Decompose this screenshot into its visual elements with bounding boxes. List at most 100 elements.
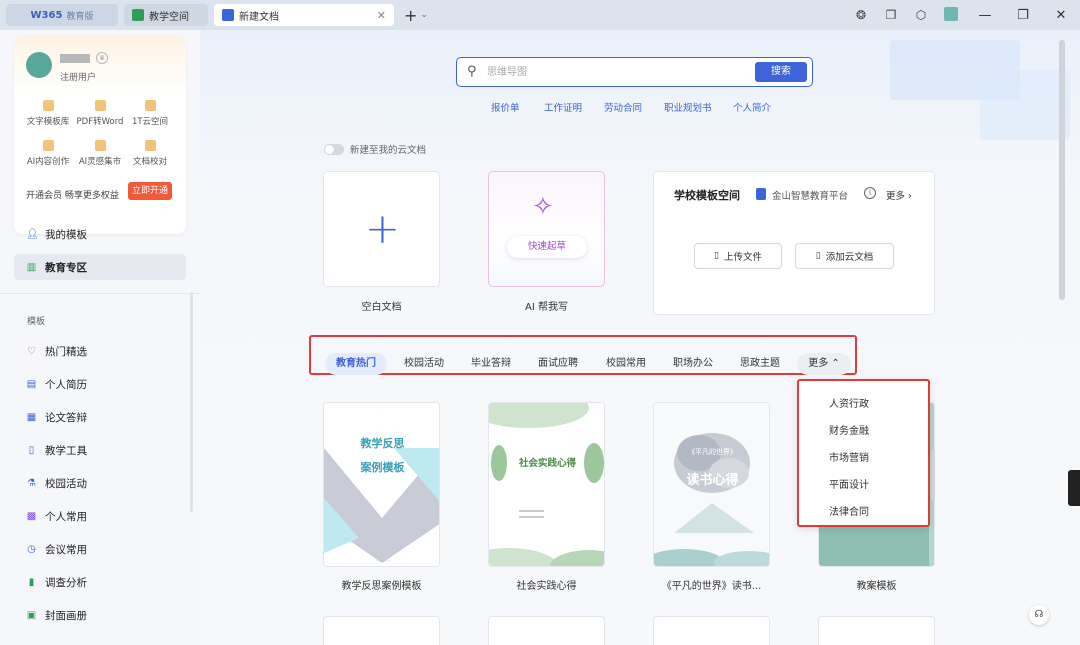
template-card[interactable]: 《平凡的世界》 读书心得 <box>653 402 770 567</box>
dropdown-item-hr[interactable]: 人资行政 <box>829 395 869 410</box>
ai-write-card[interactable]: ✧ 快速起草 <box>488 171 605 287</box>
tab-more[interactable]: 更多 ⌃ <box>797 353 851 375</box>
sparkle-icon: ✧ <box>532 192 554 222</box>
school-more-link[interactable]: 更多 › <box>886 188 912 202</box>
education-icon: ▥ <box>26 261 37 273</box>
dropdown-item-finance[interactable]: 财务金融 <box>829 422 869 437</box>
sidebar-item-campus[interactable]: ⚗ 校园活动 <box>14 470 186 496</box>
quick-search-link[interactable]: 职业规划书 <box>664 100 712 114</box>
blank-document-label: 空白文档 <box>361 302 402 313</box>
feature-proofread[interactable]: 文档校对 <box>122 140 178 167</box>
sidebar-item-education[interactable]: ▥ 教育专区 <box>14 254 186 280</box>
sidebar-item-resume[interactable]: ▤ 个人简历 <box>14 371 186 397</box>
info-icon[interactable]: i <box>864 187 876 199</box>
minimize-button[interactable]: — <box>966 8 1004 23</box>
close-window-button[interactable]: ✕ <box>1042 8 1080 23</box>
sidebar-item-teaching-tools[interactable]: ▯ 教学工具 <box>14 437 186 463</box>
toggle-label: 新建至我的云文档 <box>350 145 427 156</box>
template-card[interactable]: · · · — — — — 教学反思 案例模板 <box>323 402 440 567</box>
main-scrollbar[interactable] <box>1059 40 1065 300</box>
dropdown-item-graphic-design[interactable]: 平面设计 <box>829 476 869 491</box>
platform-icon <box>756 188 766 200</box>
search-button[interactable]: 搜索 <box>755 62 807 82</box>
user-avatar-icon[interactable] <box>936 6 966 24</box>
feature-ai-market[interactable]: AI灵感集市 <box>72 140 128 167</box>
user-role: 注册用户 <box>60 73 97 83</box>
chevron-down-icon[interactable]: ⌄ <box>420 10 428 20</box>
quick-search-link[interactable]: 报价单 <box>491 100 520 114</box>
tab-campus-activity[interactable]: 校园活动 <box>395 353 453 375</box>
tab-office[interactable]: 职场办公 <box>664 353 722 375</box>
headset-icon[interactable]: ☊ <box>1029 605 1049 625</box>
quick-search-link[interactable]: 个人简介 <box>733 100 771 114</box>
sidebar-section-title: 模板 <box>27 317 46 327</box>
ai-creation-icon <box>42 140 54 151</box>
list-scrollbar[interactable] <box>931 450 935 500</box>
vip-open-button[interactable]: 立即开通 <box>128 182 172 200</box>
template-card[interactable] <box>653 616 770 645</box>
skin-icon[interactable]: ❂ <box>846 8 876 22</box>
dropdown-item-legal[interactable]: 法律合同 <box>829 503 869 518</box>
cover-title: 教学反思 <box>360 437 405 450</box>
sidebar-item-hot[interactable]: ♡ 热门精选 <box>14 338 186 364</box>
blank-document-card[interactable]: + <box>323 171 440 287</box>
svg-text:— — — —: — — — — <box>375 558 390 562</box>
file-icon: ▯ <box>714 251 719 261</box>
tab-education-hot[interactable]: 教育热门 <box>325 353 387 375</box>
template-cover-reflection: · · · — — — — <box>324 403 439 566</box>
template-card[interactable] <box>818 616 935 645</box>
document-icon <box>222 9 234 21</box>
tab-ideology[interactable]: 思政主题 <box>731 353 789 375</box>
cover-title: 社会实践心得 <box>518 458 576 469</box>
ai-write-label: AI 帮我写 <box>525 302 568 313</box>
sidebar-item-personal[interactable]: ▩ 个人常用 <box>14 503 186 529</box>
cloud-save-toggle[interactable] <box>324 143 344 155</box>
upload-file-button[interactable]: ▯ 上传文件 <box>694 243 782 269</box>
template-card[interactable]: 社会实践心得 <box>488 402 605 567</box>
tab-campus-common[interactable]: 校园常用 <box>597 353 655 375</box>
close-icon[interactable]: ✕ <box>377 9 386 22</box>
tab-label: 新建文档 <box>239 11 279 23</box>
proofread-icon <box>144 140 156 151</box>
book-icon: ▯ <box>28 444 35 456</box>
avatar[interactable] <box>26 52 52 78</box>
window-tile-icon[interactable]: ❐ <box>876 8 906 22</box>
tab-interview[interactable]: 面试应聘 <box>529 353 587 375</box>
cloud-icon <box>144 100 156 111</box>
tab-new-document[interactable]: 新建文档 ✕ <box>214 4 394 26</box>
sidebar-item-cover[interactable]: ▣ 封面画册 <box>14 602 186 628</box>
template-card[interactable] <box>488 616 605 645</box>
restore-button[interactable]: ❐ <box>1004 8 1042 23</box>
app-edition: 教育版 <box>66 11 94 22</box>
dropdown-item-marketing[interactable]: 市场营销 <box>829 449 869 464</box>
feature-template-library[interactable]: 文字模板库 <box>20 100 76 127</box>
quick-search-link[interactable]: 劳动合同 <box>604 100 642 114</box>
sidebar-scrollbar[interactable] <box>190 292 193 512</box>
title-bar: W365 教育版 教学空间 新建文档 ✕ + ⌄ ❂ ❐ ⬡ — ❐ ✕ <box>0 0 1080 30</box>
sidebar-item-thesis[interactable]: ▦ 论文答辩 <box>14 404 186 430</box>
feature-ai-creation[interactable]: AI内容创作 <box>20 140 76 167</box>
sidebar-item-meeting[interactable]: ◷ 会议常用 <box>14 536 186 562</box>
teaching-space-icon <box>132 9 144 21</box>
cube-icon[interactable]: ⬡ <box>906 8 936 22</box>
side-panel-handle[interactable] <box>1068 470 1080 506</box>
feature-pdf-to-word[interactable]: PDF转Word <box>72 100 128 127</box>
vip-promo-text: 开通会员 畅享更多权益 <box>26 191 119 201</box>
feature-cloud-space[interactable]: 1T云空间 <box>122 100 178 127</box>
template-label: 教案模板 <box>856 581 897 592</box>
sidebar-item-survey[interactable]: ▮ 调查分析 <box>14 569 186 595</box>
tab-app-home[interactable]: W365 教育版 <box>6 4 118 26</box>
chart-icon: ▮ <box>28 576 35 588</box>
search-input[interactable] <box>487 62 747 82</box>
add-cloud-doc-button[interactable]: ▯ 添加云文档 <box>795 243 894 269</box>
flask-icon: ⚗ <box>27 477 36 489</box>
quick-draft-button[interactable]: 快速起草 <box>507 236 587 258</box>
template-card[interactable] <box>323 616 440 645</box>
tab-teaching-space[interactable]: 教学空间 <box>124 4 208 26</box>
tab-graduation[interactable]: 毕业答辩 <box>462 353 520 375</box>
vip-badge-icon: ♛ <box>96 52 108 64</box>
sidebar-item-my-templates[interactable]: 👤︎ 我的模板 <box>14 221 186 247</box>
quick-search-link[interactable]: 工作证明 <box>544 100 582 114</box>
new-tab-button[interactable]: + <box>404 6 417 25</box>
search-icon: ⚲ <box>467 64 477 79</box>
